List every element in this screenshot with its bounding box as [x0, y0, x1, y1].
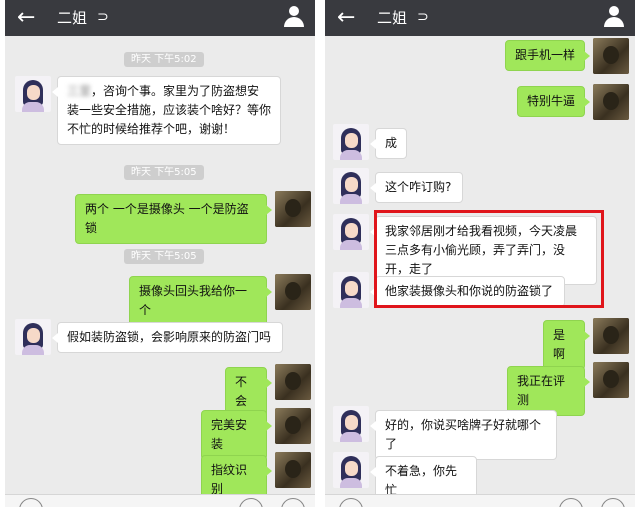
contact-avatar[interactable]	[333, 452, 369, 488]
contact-avatar[interactable]	[333, 272, 369, 308]
input-bar[interactable]	[325, 494, 635, 507]
emoji-icon[interactable]	[559, 498, 583, 507]
my-avatar[interactable]	[275, 408, 311, 444]
person-icon[interactable]	[283, 6, 305, 28]
my-avatar[interactable]	[275, 191, 311, 227]
input-bar[interactable]	[5, 494, 315, 507]
timestamp: 昨天 下午5:05	[124, 249, 204, 264]
back-arrow-icon[interactable]: ←	[17, 3, 35, 33]
highlight-box	[374, 210, 604, 308]
message-bubble-outgoing: 两个 一个是摄像头 一个是防盗锁	[75, 194, 272, 244]
person-icon[interactable]	[603, 6, 625, 28]
message-bubble-outgoing: 摄像头回头我给你一个	[129, 276, 272, 326]
plus-icon[interactable]	[281, 498, 305, 507]
my-avatar[interactable]	[593, 318, 629, 354]
message-bubble-incoming: 这个咋订购?	[370, 172, 463, 203]
voice-icon[interactable]	[339, 498, 363, 507]
message-bubble-incoming: 三里，咨询个事。家里为了防盗想安装一些安全措施，应该装个啥好？等你不忙的时候给推…	[52, 76, 281, 145]
message-bubble-outgoing: 我正在评测	[507, 366, 590, 416]
timestamp: 昨天 下午5:02	[124, 52, 204, 67]
my-avatar[interactable]	[593, 38, 629, 74]
contact-avatar[interactable]	[333, 214, 369, 250]
my-avatar[interactable]	[275, 274, 311, 310]
contact-avatar[interactable]	[333, 168, 369, 204]
ear-icon[interactable]: ⊃	[97, 7, 109, 27]
message-bubble-outgoing: 特别牛逼	[517, 86, 590, 117]
plus-icon[interactable]	[601, 498, 625, 507]
chat-window-left: ← 二姐 ⊃ 昨天 下午5:02 三里，咨询个事。家里为了防盗想安装一些安全措施…	[5, 0, 315, 507]
voice-icon[interactable]	[19, 498, 43, 507]
chat-title: 二姐	[57, 9, 88, 27]
blurred-name: 三里	[67, 84, 92, 98]
contact-avatar[interactable]	[15, 76, 51, 112]
message-bubble-incoming: 假如装防盗锁，会影响原来的防盗门吗	[52, 322, 283, 353]
message-bubble-outgoing: 是啊	[543, 320, 590, 370]
ear-icon[interactable]: ⊃	[417, 7, 429, 27]
contact-avatar[interactable]	[333, 124, 369, 160]
contact-avatar[interactable]	[15, 319, 51, 355]
message-bubble-outgoing: 完美安装	[201, 410, 272, 460]
message-bubble-incoming: 好的，你说买啥牌子好就哪个了	[370, 410, 557, 460]
message-bubble-outgoing: 跟手机一样	[505, 40, 590, 71]
my-avatar[interactable]	[275, 364, 311, 400]
emoji-icon[interactable]	[239, 498, 263, 507]
chat-header: ← 二姐 ⊃	[5, 0, 315, 36]
timestamp: 昨天 下午5:05	[124, 165, 204, 180]
message-bubble-incoming: 成	[370, 128, 407, 159]
message-text: ，咨询个事。家里为了防盗想安装一些安全措施，应该装个啥好？等你不忙的时候给推荐个…	[67, 84, 272, 136]
chat-title: 二姐	[377, 9, 408, 27]
back-arrow-icon[interactable]: ←	[337, 3, 355, 33]
chat-header: ← 二姐 ⊃	[325, 0, 635, 36]
my-avatar[interactable]	[275, 452, 311, 488]
my-avatar[interactable]	[593, 84, 629, 120]
contact-avatar[interactable]	[333, 406, 369, 442]
my-avatar[interactable]	[593, 362, 629, 398]
